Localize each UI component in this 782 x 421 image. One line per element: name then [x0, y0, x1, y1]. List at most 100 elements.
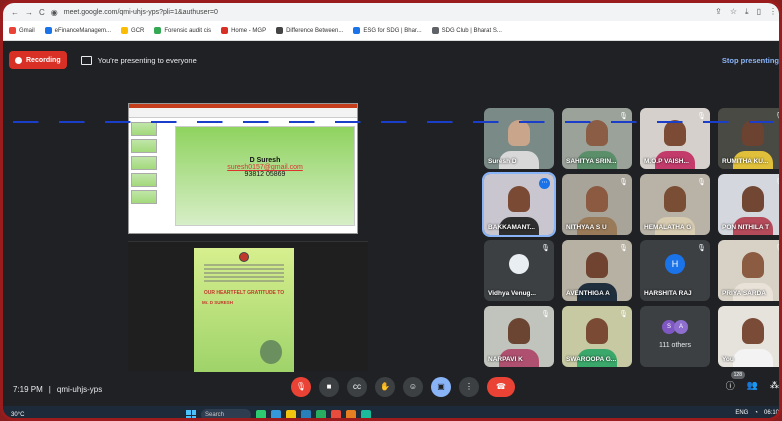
- participant-tile[interactable]: 🎙 M.O.P VAISH...: [640, 108, 710, 169]
- reactions-button[interactable]: ☺: [403, 377, 423, 397]
- bookmark-item[interactable]: Home - MGP: [221, 27, 266, 34]
- bookmark-item[interactable]: ESG for SDG | Bhar...: [353, 27, 422, 34]
- participant-tile[interactable]: 🎙 SWAROOPA G...: [562, 306, 632, 367]
- clock-time: 7:19 PM: [13, 384, 43, 394]
- bookmark-star-icon[interactable]: ☆: [730, 7, 737, 17]
- mic-off-icon: 🎙: [697, 245, 706, 252]
- slide-thumbnails: [131, 122, 161, 207]
- participant-video: [508, 318, 530, 344]
- slide-thumbnail[interactable]: [131, 173, 157, 187]
- forward-icon[interactable]: →: [25, 8, 33, 17]
- right-controls: ⓘ 👥 ⁂: [726, 379, 779, 392]
- participant-tile[interactable]: 🎙 AVENTHIGA A: [562, 240, 632, 301]
- mic-off-icon: 🎙: [697, 179, 706, 186]
- taskbar-search[interactable]: Search: [201, 409, 251, 418]
- more-options-button[interactable]: ⋮: [459, 377, 479, 397]
- meeting-details-icon[interactable]: ⓘ: [726, 379, 735, 392]
- site-info-icon[interactable]: ◉: [51, 8, 58, 17]
- participant-video: [742, 318, 764, 344]
- leave-call-button[interactable]: ☎: [487, 377, 515, 397]
- college-logo-icon: [239, 252, 249, 262]
- mic-off-icon: 🎙: [541, 245, 550, 252]
- url-text[interactable]: meet.google.com/qmi-uhjs-yps?pli=1&authu…: [64, 9, 715, 16]
- participant-tile[interactable]: 🎙 NITHYAA S U: [562, 174, 632, 235]
- poster-honoree-text: Mr. D SURESH: [202, 300, 234, 305]
- present-button[interactable]: ▣: [431, 377, 451, 397]
- app-icon[interactable]: [271, 410, 281, 418]
- language-indicator[interactable]: ENG: [735, 410, 748, 416]
- participant-tile[interactable]: 🎙 NARPAVI K: [484, 306, 554, 367]
- recording-dot-icon: [15, 56, 22, 64]
- participant-video: [742, 186, 764, 212]
- sidepanel-icon[interactable]: ▯: [757, 7, 761, 17]
- bookmark-item[interactable]: eFinanceManagem...: [44, 27, 111, 34]
- bookmark-favicon-icon: [9, 27, 16, 34]
- more-options-icon[interactable]: ⋯: [539, 178, 550, 189]
- meet-bottom-bar: 7:19 PM | qmi-uhjs-yps 🎙 ■ cc ✋ ☺ ▣ ⋮ ☎ …: [3, 371, 779, 403]
- slide-thumbnail[interactable]: [131, 139, 157, 153]
- participant-tile[interactable]: ⋯ BAKKAMANT...: [482, 172, 556, 237]
- download-icon[interactable]: ⤓: [745, 7, 749, 17]
- recording-badge[interactable]: Recording: [9, 51, 67, 69]
- bookmark-favicon-icon: [276, 27, 284, 34]
- participant-tile[interactable]: 🎙 Vidhya Venug...: [484, 240, 554, 301]
- slide-thumbnail[interactable]: [131, 156, 157, 170]
- camera-toggle-button[interactable]: ■: [319, 377, 339, 397]
- wifi-icon[interactable]: ◔: [754, 410, 758, 416]
- participant-video: [664, 186, 686, 212]
- bookmark-item[interactable]: Gmail: [9, 27, 35, 34]
- raise-hand-button[interactable]: ✋: [375, 377, 395, 397]
- weather-widget[interactable]: 30°C: [11, 412, 71, 418]
- bookmark-item[interactable]: Difference Between...: [276, 27, 343, 34]
- clock[interactable]: 06:10: [764, 410, 779, 416]
- chrome-icon[interactable]: [331, 410, 341, 418]
- bookmark-favicon-icon: [121, 27, 129, 34]
- app-icon[interactable]: [256, 410, 266, 418]
- slide-thumbnail[interactable]: [131, 122, 157, 136]
- back-icon[interactable]: ←: [11, 8, 19, 17]
- participant-tile[interactable]: 🎙 HEMALATHA G: [640, 174, 710, 235]
- participant-tile[interactable]: H 🎙 HARSHITA RAJ: [640, 240, 710, 301]
- menu-icon[interactable]: ⋮: [769, 7, 777, 17]
- participant-tile[interactable]: 🎙 PON NITHILA T: [718, 174, 779, 235]
- bookmark-item[interactable]: GCR: [121, 27, 144, 34]
- slide-thumbnail[interactable]: [131, 190, 157, 204]
- poster-gratitude-text: OUR HEARTFELT GRATITUDE TO: [203, 290, 285, 296]
- participant-tile[interactable]: Suresh D: [484, 108, 554, 169]
- slide-email: suresh0157@gmail.com: [227, 164, 303, 171]
- self-tile[interactable]: You: [718, 306, 779, 367]
- participant-video: [742, 120, 764, 146]
- reload-icon[interactable]: C: [39, 8, 45, 17]
- bookmark-favicon-icon: [431, 27, 439, 34]
- bookmark-favicon-icon: [221, 27, 229, 34]
- mic-off-icon: 🎙: [775, 112, 779, 120]
- bookmark-item[interactable]: Forensic audit cis: [154, 27, 211, 34]
- app-icon[interactable]: [301, 410, 311, 418]
- participant-tile[interactable]: 🎙 RUMITHA KU...: [718, 108, 779, 169]
- browser-url-bar: ← → C ◉ meet.google.com/qmi-uhjs-yps?pli…: [3, 3, 779, 21]
- share-icon[interactable]: ⇪: [715, 7, 722, 17]
- app-icon[interactable]: [361, 410, 371, 418]
- captions-button[interactable]: cc: [347, 377, 367, 397]
- taskbar-apps: Search: [186, 409, 371, 418]
- others-tile[interactable]: S A 111 others: [640, 306, 710, 367]
- meeting-info: 7:19 PM | qmi-uhjs-yps: [13, 385, 102, 394]
- app-icon[interactable]: [346, 410, 356, 418]
- ppt-ribbon: [129, 104, 357, 118]
- people-icon[interactable]: 👥: [747, 380, 758, 391]
- participant-tile[interactable]: 🎙 PRIYA SARDA: [718, 240, 779, 301]
- bookmark-item[interactable]: SDG Club | Bharat S...: [431, 27, 502, 34]
- stop-presenting-button[interactable]: Stop presenting: [722, 56, 779, 65]
- mic-toggle-button[interactable]: 🎙: [291, 377, 311, 397]
- participant-count-badge: 128: [730, 371, 745, 379]
- poster-window: OUR HEARTFELT GRATITUDE TO Mr. D SURESH: [128, 241, 368, 372]
- windows-start-icon[interactable]: [186, 410, 196, 418]
- app-icon[interactable]: [316, 410, 326, 418]
- participant-video: [586, 252, 608, 278]
- folder-icon[interactable]: [286, 410, 296, 418]
- activities-icon[interactable]: ⁂: [770, 380, 779, 391]
- participant-video: [586, 318, 608, 344]
- participant-tile[interactable]: 🎙 SAHITYA SRIN...: [562, 108, 632, 169]
- bookmark-favicon-icon: [44, 27, 52, 34]
- participant-video: [664, 120, 686, 146]
